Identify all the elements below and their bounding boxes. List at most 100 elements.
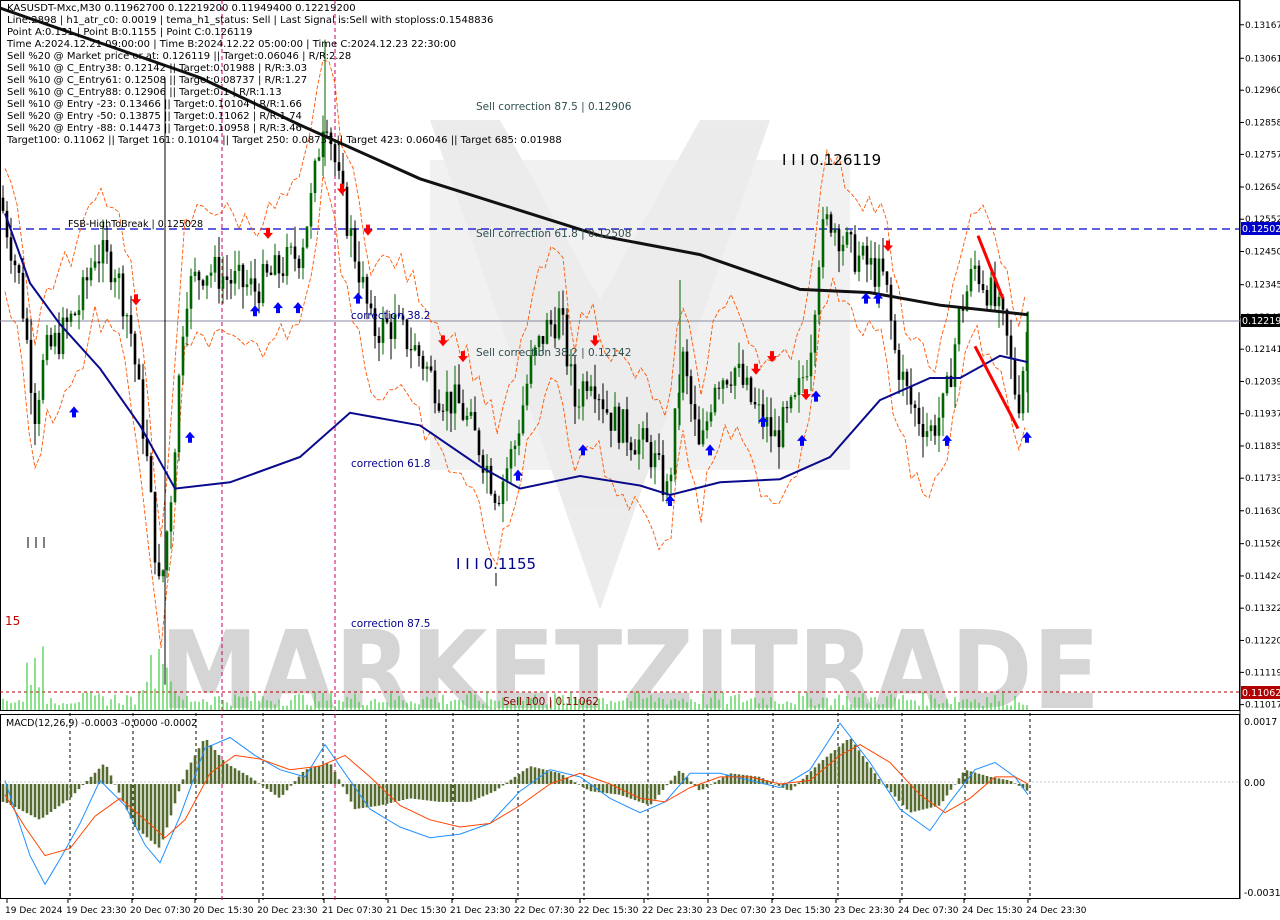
- candle-body: [509, 449, 513, 469]
- candle-body: [893, 320, 897, 351]
- macd-hist-bar: [117, 784, 121, 793]
- macd-hist-bar: [337, 779, 341, 785]
- macd-hist-bar: [525, 768, 529, 785]
- time-tick-label: 20 Dec 07:30: [130, 906, 191, 916]
- candle-body: [785, 407, 789, 409]
- macd-hist-bar: [793, 784, 797, 787]
- time-tick-label: 22 Dec 23:30: [642, 906, 703, 916]
- macd-hist-bar: [137, 784, 141, 831]
- macd-hist-bar: [45, 784, 49, 815]
- macd-hist-bar: [861, 756, 865, 785]
- macd-hist-bar: [809, 771, 813, 785]
- macd-hist-bar: [401, 784, 405, 801]
- price-tick-label: 0.11017: [1245, 701, 1280, 711]
- macd-hist-bar: [49, 784, 53, 812]
- candle-body: [409, 349, 413, 351]
- candle-body: [929, 425, 933, 432]
- candle-body: [277, 255, 281, 274]
- candle-body: [57, 332, 61, 355]
- candle-body: [97, 261, 101, 264]
- macd-tick-top: 0.0017: [1244, 717, 1277, 728]
- macd-hist-bar: [189, 762, 193, 785]
- macd-hist-bar: [33, 784, 37, 818]
- candle-body: [197, 271, 201, 281]
- macd-hist-bar: [433, 784, 437, 802]
- macd-hist-bar: [549, 771, 553, 785]
- candle-body: [573, 364, 577, 407]
- candle-body: [1013, 358, 1017, 395]
- time-tick-label: 21 Dec 23:30: [450, 906, 511, 916]
- macd-hist-bar: [109, 775, 113, 785]
- candle-body: [369, 303, 373, 309]
- macd-hist-bar: [173, 784, 177, 804]
- candle-body: [237, 264, 241, 271]
- candle-body: [361, 276, 365, 283]
- candle-body: [793, 395, 797, 397]
- macd-hist-bar: [973, 772, 977, 785]
- candle-body: [985, 290, 989, 306]
- macd-hist-bar: [285, 784, 289, 791]
- macd-hist-bar: [77, 784, 81, 790]
- macd-hist-bar: [797, 782, 801, 785]
- macd-hist-bar: [329, 764, 333, 785]
- macd-hist-bar: [25, 784, 29, 814]
- candle-body: [21, 272, 25, 319]
- candle-body: [413, 345, 417, 351]
- candle-body: [473, 412, 477, 431]
- info-line-targets: Target100: 0.11062 || Target 161: 0.1010…: [7, 135, 562, 146]
- candle-body: [285, 246, 289, 276]
- candle-body: [889, 284, 893, 321]
- candle-body: [617, 406, 621, 443]
- candle-body: [737, 363, 741, 369]
- macd-hist-bar: [193, 755, 197, 785]
- candle-body: [981, 284, 985, 291]
- candle-body: [345, 186, 349, 236]
- macd-hist-bar: [829, 753, 833, 785]
- macd-hist-bar: [849, 738, 853, 785]
- candle-body: [625, 409, 629, 443]
- macd-hist-bar: [417, 784, 421, 800]
- candle-body: [729, 384, 733, 386]
- macd-hist-bar: [209, 744, 213, 785]
- macd-hist-bar: [301, 771, 305, 785]
- candle-body: [653, 453, 657, 468]
- candle-body: [957, 308, 961, 345]
- candle-body: [9, 237, 13, 261]
- info-line-times: Time A:2024.12.21 09:00:00 | Time B:2024…: [7, 39, 457, 50]
- candle-body: [33, 392, 37, 424]
- macd-hist-bar: [457, 784, 461, 802]
- candle-body: [709, 412, 713, 422]
- macd-hist-bar: [369, 784, 373, 807]
- candle-body: [357, 261, 361, 283]
- macd-hist-bar: [1, 784, 5, 802]
- candle-body: [701, 430, 705, 445]
- macd-hist-bar: [293, 781, 297, 785]
- price-tick-label: 0.13167: [1245, 21, 1280, 31]
- macd-hist-bar: [905, 784, 909, 810]
- candle-body: [813, 314, 817, 353]
- candle-body: [593, 386, 597, 400]
- macd-hist-bar: [273, 784, 277, 795]
- time-tick-label: 20 Dec 23:30: [257, 906, 318, 916]
- info-line-sell-e50: Sell %20 @ Entry -50: 0.13875 || Target:…: [7, 111, 302, 122]
- macd-hist-bar: [1001, 779, 1005, 785]
- macd-hist-bar: [733, 773, 737, 785]
- candle-body: [905, 371, 909, 386]
- price-tick-label: 0.12141: [1245, 345, 1280, 355]
- macd-hist-bar: [181, 779, 185, 785]
- macd-hist-bar: [277, 784, 281, 798]
- macd-hist-bar: [605, 784, 609, 794]
- macd-hist-bar: [1005, 779, 1009, 785]
- candle-body: [637, 439, 641, 455]
- candle-body: [705, 421, 709, 431]
- macd-hist-bar: [529, 766, 533, 785]
- candle-body: [869, 258, 873, 265]
- price-tick-label: 0.12039: [1245, 377, 1280, 387]
- candle-body: [149, 456, 153, 492]
- macd-hist-bar: [653, 784, 657, 800]
- macd-hist-bar: [125, 784, 129, 810]
- candle-body: [481, 455, 485, 473]
- correction-382-label: correction 38.2: [351, 310, 430, 322]
- candle-body: [289, 246, 293, 248]
- candle-body: [457, 384, 461, 404]
